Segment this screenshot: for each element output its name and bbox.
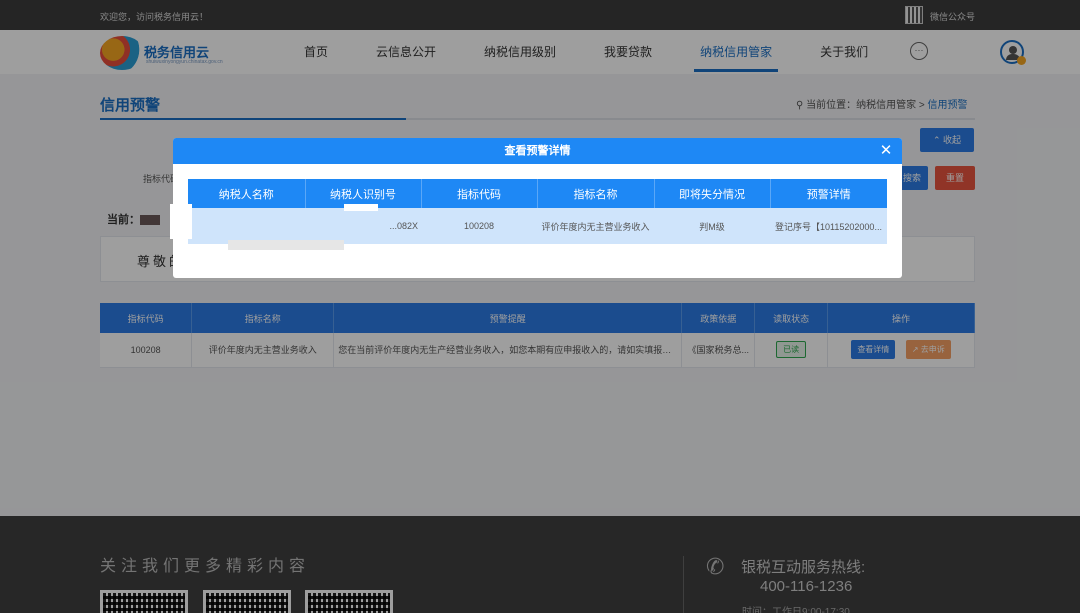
redaction-patch xyxy=(344,204,378,211)
modal-cell-code: 100208 xyxy=(421,208,537,244)
modal-detail-table: 纳税人名称 纳税人识别号 指标代码 指标名称 即将失分情况 预警详情 ...08… xyxy=(188,179,887,244)
modal-col-code: 指标代码 xyxy=(421,179,538,208)
modal-cell-detail[interactable]: 登记序号【10115202000... xyxy=(770,208,887,244)
modal-cell-taxpayer-id: ...082X xyxy=(305,208,421,244)
modal-col-name: 指标名称 xyxy=(537,179,655,208)
modal-cell-taxpayer-name xyxy=(188,208,305,244)
modal-col-loss: 即将失分情况 xyxy=(654,179,771,208)
modal-col-detail: 预警详情 xyxy=(770,179,887,208)
modal-overlay[interactable] xyxy=(0,0,1080,613)
redaction-patch xyxy=(170,204,192,239)
warning-detail-modal: 查看预警详情 ✕ 纳税人名称 纳税人识别号 指标代码 指标名称 即将失分情况 预… xyxy=(173,138,902,278)
modal-table-row: ...082X 100208 评价年度内无主营业务收入 判M级 登记序号【101… xyxy=(188,208,887,244)
modal-col-taxpayer-name: 纳税人名称 xyxy=(188,179,306,208)
redaction-patch xyxy=(228,240,344,250)
modal-title: 查看预警详情 xyxy=(504,145,571,157)
close-icon[interactable]: ✕ xyxy=(876,141,896,161)
modal-header: 查看预警详情 xyxy=(173,138,902,164)
modal-cell-loss: 判M级 xyxy=(654,208,770,244)
modal-cell-name: 评价年度内无主营业务收入 xyxy=(537,208,654,244)
